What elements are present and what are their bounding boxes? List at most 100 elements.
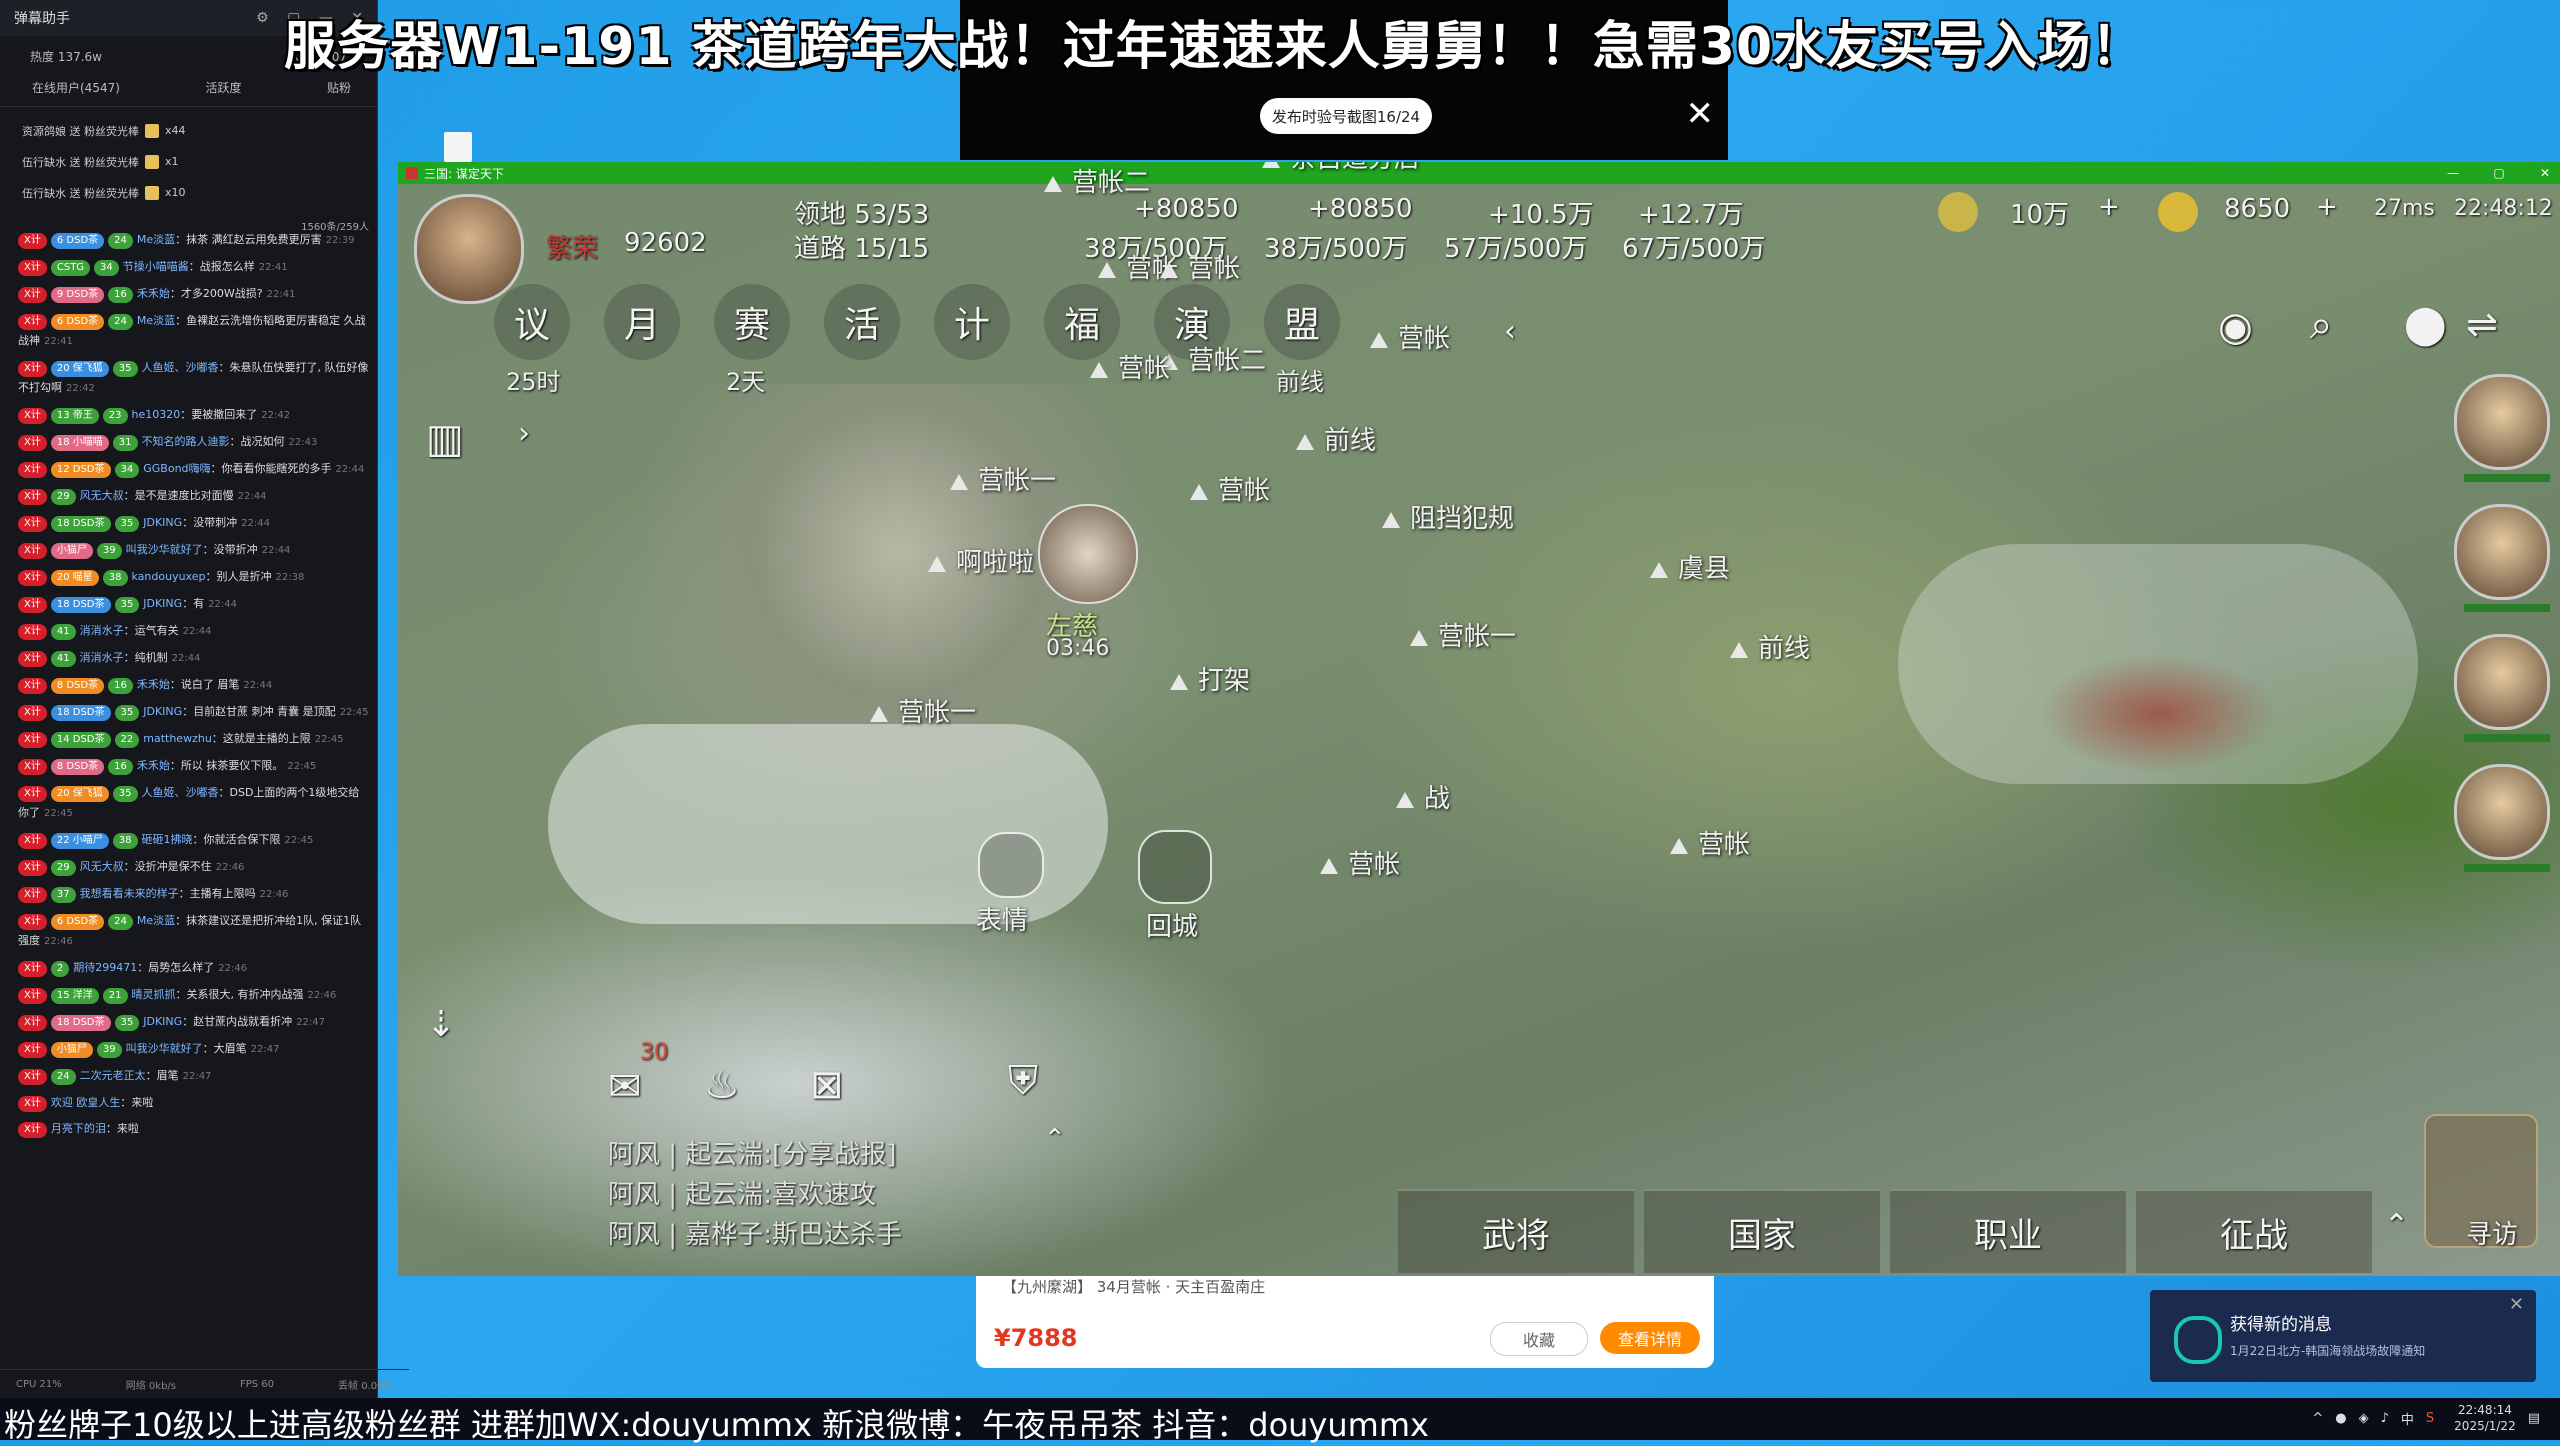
- chat-username[interactable]: 欢迎 欧皇人生: [51, 1096, 121, 1109]
- chat-message[interactable]: X计 12 DSD茶 34 GGBond嗨嗨：你看看你能瞎死的多手 22:44: [18, 459, 370, 480]
- chat-username[interactable]: he10320: [132, 408, 181, 421]
- chat-message[interactable]: X计 月亮下的泪：来啦: [18, 1119, 370, 1139]
- chat-message[interactable]: X计 18 DSD茶 35 JDKING：有 22:44: [18, 594, 370, 615]
- tab-activity[interactable]: 活跃度: [205, 79, 241, 96]
- chat-message[interactable]: X计 18 小喵喵 31 不知名的路人迪影：战况如何 22:43: [18, 432, 370, 453]
- chat-username[interactable]: Me淡蓝: [137, 233, 175, 246]
- chevron-up-icon[interactable]: ⌃: [2384, 1208, 2409, 1243]
- chat-username[interactable]: JDKING: [143, 1015, 182, 1028]
- chat-message[interactable]: X计 20 喵星 38 kandouyuxep：别人是折冲 22:38: [18, 567, 370, 588]
- chat-message[interactable]: X计 15 洋洋 21 晴灵抓抓：关系很大, 有折冲内战强 22:46: [18, 985, 370, 1006]
- chat-message[interactable]: X计 13 帝王 23 he10320：要被撒回来了 22:42: [18, 405, 370, 426]
- chat-username[interactable]: 消消水子: [80, 651, 124, 664]
- chevron-up-icon[interactable]: ⌃: [1044, 1124, 1066, 1154]
- close-icon[interactable]: ✕: [2509, 1294, 2524, 1315]
- chat-message[interactable]: X计 小猫尸 39 叫我沙华就好了：大眉笔 22:47: [18, 1039, 370, 1060]
- toast-notification[interactable]: 获得新的消息 1月22日北方-韩国海领战场故障通知 ✕: [2150, 1290, 2536, 1382]
- nation-button[interactable]: 国家: [1644, 1189, 1880, 1273]
- chat-username[interactable]: matthewzhu: [143, 732, 212, 745]
- map-location-label[interactable]: 营帐: [1320, 844, 1400, 881]
- campaign-button[interactable]: 征战: [2136, 1189, 2372, 1273]
- chat-username[interactable]: 人鱼姬、沙嘟香: [142, 786, 219, 799]
- settings-icon[interactable]: ⚙: [256, 10, 269, 26]
- add-gold-button[interactable]: +: [2316, 192, 2338, 222]
- network-icon[interactable]: ◈: [2359, 1411, 2369, 1426]
- player-avatar[interactable]: [414, 194, 524, 304]
- map-location-label[interactable]: 前线: [1296, 420, 1376, 457]
- add-copper-button[interactable]: +: [2098, 192, 2120, 222]
- chat-username[interactable]: 期待299471: [73, 961, 137, 974]
- chat-message[interactable]: X计 18 DSD茶 35 JDKING：目前赵甘蔗 刺冲 青囊 是顶配 22:45: [18, 702, 370, 723]
- chevron-left-icon[interactable]: ‹: [1504, 314, 1516, 349]
- chat-message[interactable]: X计 41 消消水子：纯机制 22:44: [18, 648, 370, 669]
- chat-username[interactable]: 禾禾始: [137, 287, 170, 300]
- map-location-label[interactable]: 啊啦啦: [928, 542, 1034, 579]
- game-chat-line[interactable]: 阿风 | 起云湍:喜欢速攻: [608, 1174, 876, 1211]
- chat-username[interactable]: kandouyuxep: [132, 570, 206, 583]
- chat-message[interactable]: X计 24 二次元老正太：眉笔 22:47: [18, 1066, 370, 1087]
- game-window[interactable]: 三国: 谋定天下 — ▢ ✕ 繁荣 92602 领地 53/53 道路 15/1…: [398, 162, 2560, 1276]
- ime-indicator[interactable]: 中: [2401, 1409, 2414, 1428]
- shield-icon[interactable]: ⛨: [1008, 1058, 1038, 1104]
- chat-message[interactable]: X计 小猫尸 39 叫我沙华就好了：没带折冲 22:44: [18, 540, 370, 561]
- chat-message[interactable]: X计 37 我想看看未来的样子：主播有上限吗 22:46: [18, 884, 370, 905]
- chat-username[interactable]: GGBond嗨嗨: [143, 462, 210, 475]
- message-list[interactable]: X计 6 DSD茶 24 Me淡蓝：抹茶 满红赵云用免费更厉害 22:39 X计 CSTG 3…: [18, 230, 370, 1145]
- chat-message[interactable]: X计 18 DSD茶 35 JDKING：赵甘蔗内战就看折冲 22:47: [18, 1012, 370, 1033]
- map-location-label[interactable]: 营帐: [1090, 348, 1170, 385]
- chat-message[interactable]: X计 9 DSD茶 16 禾禾始：才多200W战损? 22:41: [18, 284, 370, 305]
- chat-message[interactable]: X计 CSTG 34 节操小喵喵酱：战报怎么样 22:41: [18, 257, 370, 278]
- menu-button-4[interactable]: 计: [934, 284, 1010, 360]
- chat-message[interactable]: X计 8 DSD茶 16 禾禾始：说白了 眉笔 22:44: [18, 675, 370, 696]
- map-location-label[interactable]: 打架: [1170, 660, 1250, 697]
- chat-message[interactable]: X计 18 DSD茶 35 JDKING：没带刺冲 22:44: [18, 513, 370, 534]
- general-portrait[interactable]: [2454, 374, 2550, 470]
- chat-username[interactable]: 禾禾始: [137, 759, 170, 772]
- chat-username[interactable]: 人鱼姬、沙嘟香: [142, 361, 219, 374]
- chat-username[interactable]: 二次元老正太: [80, 1069, 146, 1082]
- chat-username[interactable]: 消消水子: [80, 624, 124, 637]
- chat-username[interactable]: JDKING: [143, 705, 182, 718]
- chat-message[interactable]: X计 29 风无大叔：是不是速度比对面慢 22:44: [18, 486, 370, 507]
- general-portrait[interactable]: [2454, 634, 2550, 730]
- chat-message[interactable]: X计 41 消消水子：运气有关 22:44: [18, 621, 370, 642]
- volume-icon[interactable]: ♪: [2381, 1411, 2389, 1426]
- map-location-label[interactable]: 营帐: [1160, 248, 1240, 285]
- chat-message[interactable]: X计 20 保飞狐 35 人鱼姬、沙嘟香：朱悬队伍快要打了, 队伍好像不打勾啊 22:4…: [18, 358, 370, 399]
- close-icon[interactable]: ✕: [1686, 94, 1715, 134]
- chat-username[interactable]: 晴灵抓抓: [132, 988, 176, 1001]
- return-city-icon[interactable]: [1138, 830, 1212, 904]
- download-icon[interactable]: ⇣: [426, 1004, 456, 1045]
- map-location-label[interactable]: 前线: [1730, 628, 1810, 665]
- map-location-label[interactable]: 茶自道分店: [1262, 162, 1420, 175]
- map-toggle-icon[interactable]: ⊠: [810, 1062, 844, 1108]
- minimize-icon[interactable]: —: [2430, 166, 2476, 180]
- chat-message[interactable]: X计 2 期待299471：局势怎么样了 22:46: [18, 958, 370, 979]
- tab-pinned[interactable]: 贴粉: [327, 79, 351, 96]
- menu-toggle-icon[interactable]: ⇌: [2466, 302, 2498, 346]
- map-location-label[interactable]: 营帐一: [1410, 616, 1516, 653]
- map-location-label[interactable]: 营帐: [1370, 318, 1450, 355]
- menu-button-0[interactable]: 议: [494, 284, 570, 360]
- chat-username[interactable]: 禾禾始: [137, 678, 170, 691]
- favorite-button[interactable]: 收藏: [1490, 1322, 1588, 1356]
- chat-username[interactable]: 叫我沙华就好了: [126, 1042, 203, 1055]
- chat-message[interactable]: X计 6 DSD茶 24 Me淡蓝：抹茶建议还是把折冲给1队, 保证1队强度 22:46: [18, 911, 370, 952]
- map-location-label[interactable]: 战: [1396, 778, 1450, 815]
- location-pin-icon[interactable]: ⬤: [2404, 302, 2447, 346]
- clan-icon[interactable]: ♨: [704, 1062, 740, 1108]
- game-chat-line[interactable]: 阿风 | 起云湍:[分享战报]: [608, 1134, 896, 1171]
- chat-username[interactable]: JDKING: [143, 597, 182, 610]
- world-map[interactable]: 繁荣 92602 领地 53/53 道路 15/15 +80850 38万/50…: [398, 162, 2560, 1276]
- general-portrait[interactable]: [2454, 764, 2550, 860]
- antivirus-icon[interactable]: S: [2426, 1411, 2434, 1426]
- profession-button[interactable]: 职业: [1890, 1189, 2126, 1273]
- chat-message[interactable]: X计 20 保飞狐 35 人鱼姬、沙嘟香：DSD上面的两个1级地交给你了 22:45: [18, 783, 370, 824]
- chat-username[interactable]: 风无大叔: [80, 489, 124, 502]
- chat-username[interactable]: Me淡蓝: [137, 914, 175, 927]
- taskbar-clock[interactable]: 22:48:14 2025/1/22: [2454, 1402, 2516, 1434]
- mail-icon[interactable]: ✉: [608, 1064, 642, 1110]
- chat-username[interactable]: 月亮下的泪: [51, 1122, 106, 1135]
- chevron-right-icon[interactable]: ›: [518, 416, 530, 451]
- chat-message[interactable]: X计 29 风无大叔：没折冲是保不住 22:46: [18, 857, 370, 878]
